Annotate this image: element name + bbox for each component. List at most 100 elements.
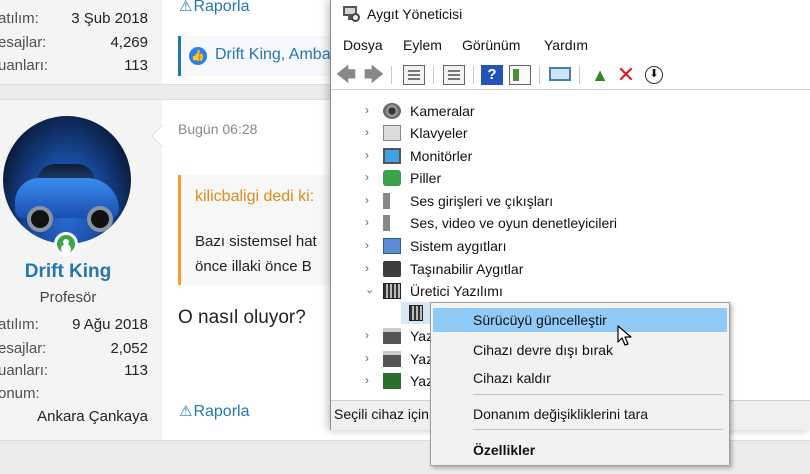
show-hide-console-tree-icon[interactable] — [403, 65, 425, 85]
user-stat-row: atılım: 9 Ağu 2018 — [0, 316, 148, 336]
tree-item-keyboards[interactable]: › Klavyeler — [331, 122, 810, 144]
menu-action[interactable]: Eylem — [403, 37, 442, 53]
action-pane-icon[interactable] — [509, 65, 531, 85]
post-body: O nasıl oluyor? — [178, 307, 306, 328]
menu-view[interactable]: Görünüm — [462, 37, 520, 53]
context-menu: Sürücüyü güncelleştir Cihazı devre dışı … — [430, 302, 730, 466]
tree-item-label: Sistem aygıtları — [410, 238, 507, 254]
device-manager-icon — [343, 6, 360, 22]
user-stat-row: uanları: 113 — [0, 57, 148, 77]
chevron-right-icon[interactable]: › — [365, 351, 375, 365]
menu-item-label: Cihazı devre dışı bırak — [473, 342, 614, 358]
tree-item-label: Üretici Yazılımı — [410, 283, 503, 299]
chevron-right-icon[interactable]: › — [365, 373, 375, 387]
report-label: Raporla — [193, 403, 250, 420]
tree-item-label: Kameralar — [410, 103, 475, 119]
stat-value: 9 Ağu 2018 — [72, 316, 148, 333]
menu-item-uninstall-device[interactable]: Cihazı kaldır — [433, 366, 727, 390]
properties-page-icon[interactable] — [443, 65, 465, 85]
quote-header[interactable]: kilicbaligi dedi ki: — [195, 188, 314, 206]
mouse-cursor-icon — [617, 325, 632, 346]
avatar[interactable] — [3, 116, 131, 244]
firmware-chip-icon — [383, 283, 401, 299]
stat-value: 2,052 — [110, 340, 148, 357]
quote-text-line: önce illaki önce B — [195, 258, 312, 275]
avatar-car-wheel — [27, 206, 53, 232]
user-stat-row: uanları: 113 — [0, 362, 148, 382]
chevron-right-icon[interactable]: › — [365, 215, 375, 229]
avatar-car-wheel — [87, 206, 113, 232]
chevron-right-icon[interactable]: › — [365, 103, 375, 117]
likes-bar[interactable]: 👍 Drift King, Amba — [178, 36, 338, 76]
menu-item-update-driver[interactable]: Sürücüyü güncelleştir — [433, 308, 727, 332]
chevron-right-icon[interactable]: › — [365, 193, 375, 207]
online-status-icon — [54, 232, 78, 256]
speaker-icon — [383, 193, 401, 209]
print-queue-icon — [383, 351, 401, 367]
disable-device-icon[interactable]: ⬇ — [645, 66, 663, 84]
menu-item-label: Cihazı kaldır — [473, 370, 551, 386]
tree-item-label: Taşınabilir Aygıtlar — [410, 261, 524, 277]
toolbar-divider — [433, 66, 434, 84]
chevron-right-icon[interactable]: › — [365, 125, 375, 139]
tree-item-label: Ses girişleri ve çıkışları — [410, 193, 554, 209]
menu-item-disable-device[interactable]: Cihazı devre dışı bırak — [433, 338, 727, 362]
window-title: Aygıt Yöneticisi — [367, 6, 463, 22]
status-text: Seçili cihaz için — [334, 406, 429, 422]
chevron-right-icon[interactable]: › — [365, 148, 375, 162]
menu-help[interactable]: Yardım — [544, 37, 588, 53]
tree-item-batteries[interactable]: › Piller — [331, 167, 810, 189]
stat-value: 113 — [124, 362, 148, 379]
firmware-chip-icon — [409, 305, 423, 321]
menu-bar: Dosya Eylem Görünüm Yardım — [331, 34, 810, 56]
back-arrow-icon[interactable]: 🡄 — [335, 65, 357, 85]
chevron-right-icon[interactable]: › — [365, 261, 375, 275]
user-stat-row: onum: — [0, 385, 148, 405]
menu-item-scan-hardware[interactable]: Donanım değişikliklerini tara — [433, 402, 727, 426]
tree-item-portable-devices[interactable]: › Taşınabilir Aygıtlar — [331, 258, 810, 280]
update-driver-icon[interactable]: ▲ — [589, 65, 611, 85]
menu-item-label: Donanım değişikliklerini tara — [473, 406, 649, 422]
menu-item-properties[interactable]: Özellikler — [433, 438, 727, 462]
tree-item-label: Monitörler — [410, 148, 473, 164]
software-device-icon — [383, 373, 401, 389]
scan-hardware-icon[interactable] — [549, 67, 571, 81]
tree-item-audio-io[interactable]: › Ses girişleri ve çıkışları — [331, 190, 810, 212]
toolbar-divider — [391, 66, 392, 84]
user-stat-row: esajlar: 4,269 — [0, 34, 148, 54]
monitor-icon — [383, 148, 401, 164]
system-device-icon — [383, 238, 401, 254]
help-icon[interactable]: ? — [481, 65, 503, 85]
uninstall-device-icon[interactable]: ✕ — [615, 64, 637, 86]
user-stat-row: esajlar: 2,052 — [0, 340, 148, 360]
report-link[interactable]: ⚠Raporla — [179, 0, 249, 16]
chevron-down-icon[interactable]: ⌄ — [365, 283, 375, 296]
chevron-right-icon[interactable]: › — [365, 170, 375, 184]
tree-item-sound-video-game[interactable]: › Ses, video ve oyun denetleyicileri — [331, 212, 810, 234]
battery-icon — [383, 170, 401, 186]
title-bar[interactable]: Aygıt Yöneticisi — [331, 0, 810, 30]
keyboard-icon — [383, 125, 401, 141]
speaker-icon — [383, 215, 401, 231]
username-link[interactable]: Drift King — [0, 261, 136, 283]
menu-item-label: Özellikler — [473, 442, 536, 458]
tree-item-label: Piller — [410, 170, 442, 186]
chevron-right-icon[interactable]: › — [365, 328, 375, 342]
tree-item-label: Ses, video ve oyun denetleyicileri — [410, 215, 618, 231]
stat-value: 3 Şub 2018 — [71, 10, 148, 27]
post-date[interactable]: Bugün 06:28 — [178, 121, 257, 137]
tree-item-system-devices[interactable]: › Sistem aygıtları — [331, 235, 810, 257]
forward-arrow-icon[interactable]: 🡆 — [363, 65, 385, 85]
chevron-right-icon[interactable]: › — [365, 238, 375, 252]
tree-item-cameras[interactable]: › Kameralar — [331, 100, 810, 122]
tree-item-firmware[interactable]: ⌄ Üretici Yazılımı — [331, 280, 810, 302]
menu-file[interactable]: Dosya — [343, 37, 383, 53]
user-location: Ankara Çankaya — [37, 408, 148, 425]
stat-label: esajlar: — [0, 34, 47, 51]
stat-value: 113 — [124, 57, 148, 74]
user-location-row: Ankara Çankaya — [0, 408, 148, 428]
stat-label: atılım: — [0, 10, 39, 27]
printer-icon — [383, 328, 401, 344]
report-link[interactable]: ⚠Raporla — [179, 402, 249, 421]
tree-item-monitors[interactable]: › Monitörler — [331, 145, 810, 167]
